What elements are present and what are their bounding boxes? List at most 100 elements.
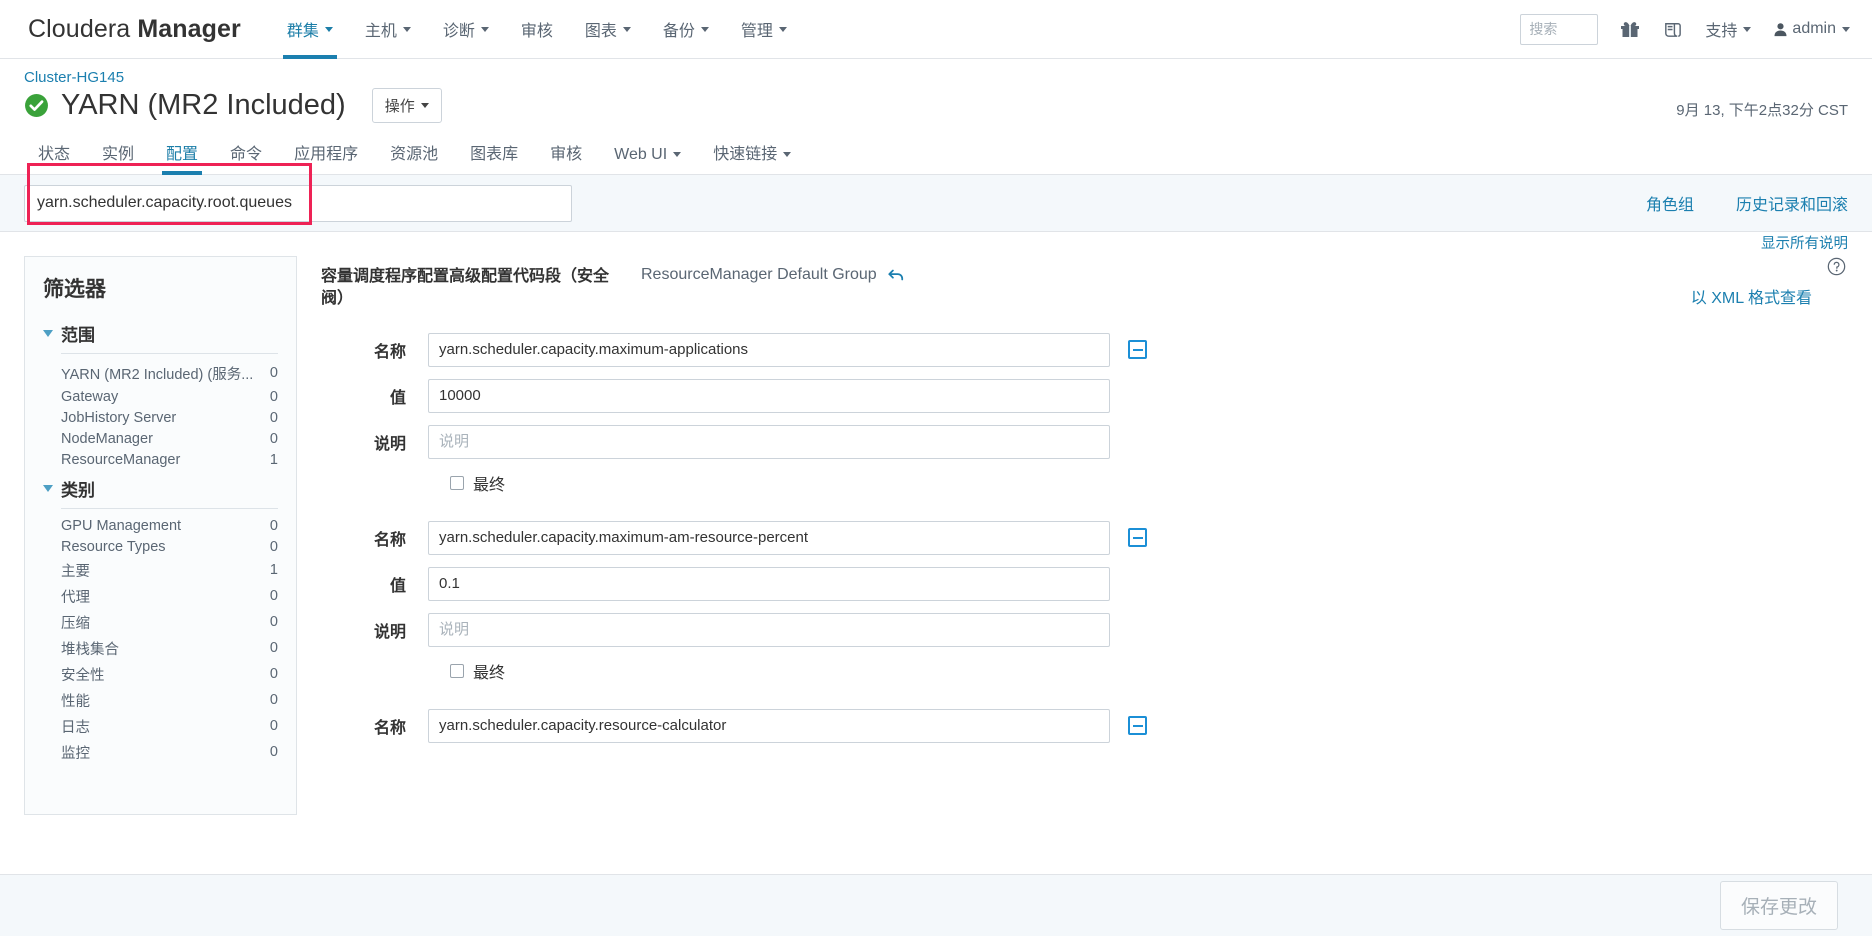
field-label-name: 名称 (373, 531, 406, 549)
filter-item[interactable]: 堆栈集合 0 (43, 635, 278, 661)
gift-icon[interactable] (1620, 19, 1640, 39)
chevron-down-icon (622, 26, 631, 32)
filter-group-header[interactable]: 范围 (43, 321, 278, 353)
nav-item-4[interactable]: 图表 (569, 0, 647, 58)
support-menu[interactable]: 支持 (1705, 17, 1752, 41)
filter-item[interactable]: 压缩 0 (43, 609, 278, 635)
filter-item-label: NodeManager (61, 430, 153, 447)
filter-item[interactable]: Resource Types 0 (43, 536, 278, 557)
chevron-down-icon (43, 330, 53, 337)
nav-item-label: 诊断 (442, 23, 475, 40)
top-navigation-bar: Cloudera Manager 群集 主机 诊断 审核 图表 备份 管理 支持 (0, 0, 1872, 59)
nav-item-1[interactable]: 主机 (349, 0, 427, 58)
minus-square-icon[interactable] (1128, 528, 1147, 548)
final-checkbox-row: 最终 (450, 659, 1848, 683)
filter-item[interactable]: 性能 0 (43, 687, 278, 713)
field-row-name: 名称 (321, 520, 1848, 555)
minus-square-icon[interactable] (1128, 340, 1147, 360)
value-input[interactable] (428, 378, 1110, 413)
name-input[interactable] (428, 708, 1110, 743)
filter-item[interactable]: Gateway 0 (43, 386, 278, 407)
filter-item[interactable]: YARN (MR2 Included) (服务... 0 (43, 360, 278, 386)
filter-group-header[interactable]: 类别 (43, 476, 278, 508)
role-groups-link[interactable]: 角色组 (1646, 191, 1694, 215)
app-logo[interactable]: Cloudera Manager (28, 15, 241, 44)
filter-item[interactable]: 日志 0 (43, 713, 278, 739)
name-input[interactable] (428, 332, 1110, 367)
help-circle-icon[interactable] (1827, 257, 1846, 281)
nav-item-label: 群集 (286, 23, 319, 40)
history-rollback-link[interactable]: 历史记录和回滚 (1736, 191, 1848, 215)
final-checkbox[interactable] (450, 475, 464, 490)
final-label: 最终 (473, 664, 506, 682)
filter-item-label: 主要 (61, 563, 90, 580)
nav-item-3[interactable]: 审核 (505, 0, 569, 58)
tab-8[interactable]: Web UI (598, 146, 697, 174)
nav-item-0[interactable]: 群集 (271, 0, 349, 59)
user-menu[interactable]: admin (1773, 20, 1850, 38)
divider (61, 508, 278, 509)
tab-7[interactable]: 审核 (534, 140, 598, 174)
actions-dropdown-button[interactable]: 操作 (371, 88, 442, 123)
show-all-descriptions-link[interactable]: 显示所有说明 (1761, 232, 1848, 253)
nav-item-2[interactable]: 诊断 (427, 0, 505, 58)
filter-group: 类别 GPU Management 0 Resource Types 0 主要 1 代理 0 压缩… (43, 476, 278, 765)
tab-label: 状态 (38, 146, 71, 163)
minus-square-icon[interactable] (1128, 716, 1147, 736)
view-as-xml-link[interactable]: 以 XML 格式查看 (1691, 284, 1812, 308)
tab-3[interactable]: 命令 (214, 140, 278, 174)
filter-item-count: 0 (269, 388, 278, 405)
final-checkbox[interactable] (450, 663, 464, 678)
page-title: YARN (MR2 Included) (61, 89, 346, 121)
filter-item[interactable]: 安全性 0 (43, 661, 278, 687)
nav-item-5[interactable]: 备份 (647, 0, 725, 58)
breadcrumb-cluster-link[interactable]: Cluster-HG145 (24, 69, 124, 86)
filter-item[interactable]: GPU Management 0 (43, 515, 278, 536)
filter-item-count: 0 (269, 666, 278, 682)
description-input[interactable] (428, 612, 1110, 647)
tab-0[interactable]: 状态 (24, 140, 86, 174)
filter-item[interactable]: ResourceManager 1 (43, 449, 278, 470)
save-changes-button[interactable]: 保存更改 (1719, 881, 1838, 930)
field-row-name: 名称 (321, 332, 1848, 367)
global-search-input[interactable] (1520, 13, 1599, 45)
name-input[interactable] (428, 520, 1110, 555)
chevron-down-icon (783, 152, 792, 158)
field-row-value: 值 (321, 378, 1848, 413)
nav-item-6[interactable]: 管理 (725, 0, 803, 58)
parcel-icon[interactable] (1662, 19, 1683, 40)
support-label: 支持 (1705, 23, 1738, 40)
final-checkbox-row: 最终 (450, 471, 1848, 495)
description-input[interactable] (428, 424, 1110, 459)
tab-6[interactable]: 图表库 (454, 140, 534, 174)
filter-item[interactable]: 代理 0 (43, 583, 278, 609)
chevron-down-icon (324, 26, 333, 32)
tab-4[interactable]: 应用程序 (278, 140, 374, 174)
filter-group-label: 范围 (61, 326, 95, 345)
filter-item-count: 0 (269, 430, 278, 447)
filter-item[interactable]: NodeManager 0 (43, 428, 278, 449)
health-good-icon (24, 93, 49, 118)
property-entries: 名称值说明最终名称值说明最终名称 (321, 332, 1848, 743)
tab-9[interactable]: 快速链接 (697, 140, 807, 174)
filter-item-count: 0 (269, 365, 278, 381)
tab-1[interactable]: 实例 (86, 140, 150, 174)
chevron-down-icon (673, 152, 682, 158)
tab-2[interactable]: 配置 (150, 140, 214, 175)
filter-item-label: 代理 (61, 589, 90, 606)
value-input[interactable] (428, 566, 1110, 601)
footer-action-bar: 保存更改 (0, 874, 1872, 936)
config-search-input[interactable] (24, 184, 572, 222)
tab-5[interactable]: 资源池 (374, 140, 454, 174)
filter-item-count: 0 (269, 718, 278, 734)
service-tab-bar: 状态 实例 配置 命令 应用程序 资源池 图表库 审核 Web UI 快速链接 (0, 137, 1872, 175)
minus-glyph (1132, 348, 1143, 351)
filter-item[interactable]: JobHistory Server 0 (43, 407, 278, 428)
filter-item-label: 堆栈集合 (61, 641, 119, 658)
undo-arrow-icon[interactable] (887, 267, 905, 283)
page-title-row: YARN (MR2 Included) 操作 (24, 88, 1848, 123)
filter-item[interactable]: 监控 0 (43, 739, 278, 765)
filter-item[interactable]: 主要 1 (43, 557, 278, 583)
field-row-description: 说明 (321, 424, 1848, 459)
filter-item-count: 0 (269, 640, 278, 656)
